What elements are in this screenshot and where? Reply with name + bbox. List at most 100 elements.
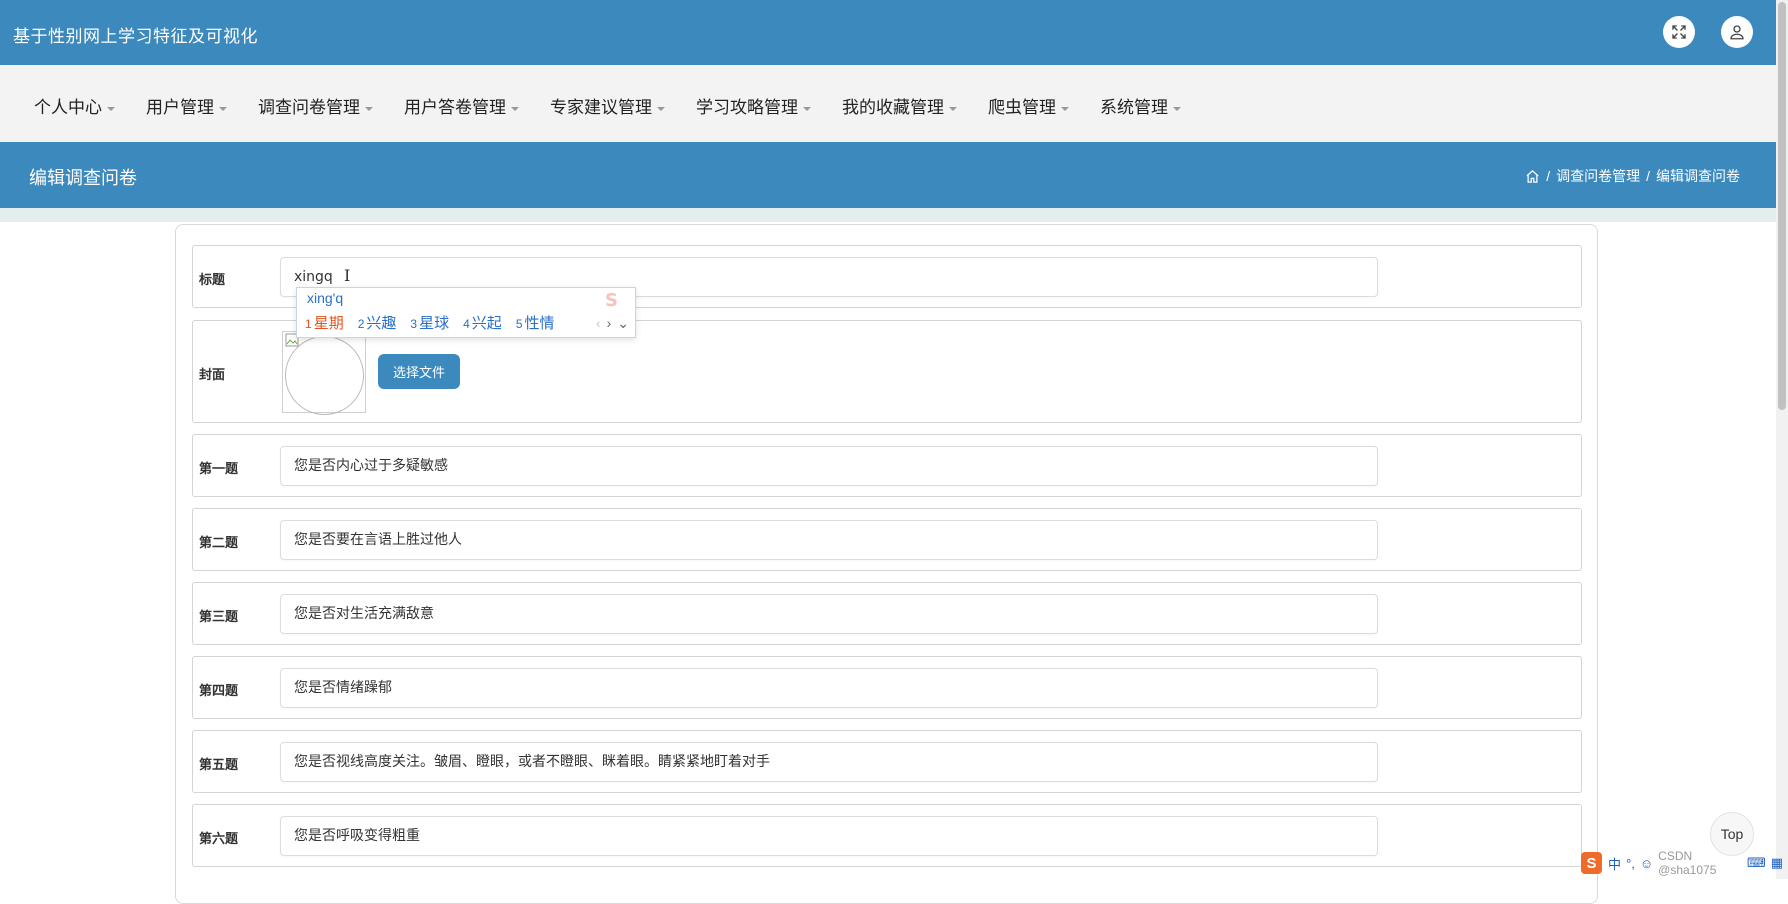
ime-candidate[interactable]: 2 兴趣 — [358, 312, 397, 333]
question-input[interactable]: 您是否对生活充满敌意 — [280, 594, 1378, 634]
user-button[interactable] — [1721, 16, 1753, 48]
ime-candidate[interactable]: 5 性情 — [516, 312, 555, 333]
ime-candidate-number: 2 — [357, 317, 365, 331]
ime-candidate-text: 兴趣 — [366, 315, 397, 332]
page-header: 编辑调查问卷 / 调查问卷管理 / 编辑调查问卷 — [0, 142, 1776, 208]
cover-label: 封面 — [199, 367, 226, 382]
menu-item-user-management[interactable]: 用户管理 — [146, 93, 227, 118]
breadcrumb-separator: / — [1546, 168, 1551, 184]
question-label: 第五题 — [199, 757, 239, 772]
sogou-logo-icon: S — [605, 290, 618, 311]
cover-placeholder-circle — [285, 336, 364, 415]
menu-item-label: 我的收藏管理 — [842, 98, 944, 117]
punctuation-icon[interactable]: °, — [1626, 856, 1635, 871]
menu-item-expert-advice[interactable]: 专家建议管理 — [550, 93, 665, 118]
menu-item-personal-center[interactable]: 个人中心 — [34, 93, 115, 118]
menu-item-favorites[interactable]: 我的收藏管理 — [842, 93, 957, 118]
breadcrumb-separator: / — [1646, 168, 1650, 184]
caret-down-icon — [1173, 106, 1181, 111]
grid-icon[interactable]: ▦ — [1771, 855, 1783, 871]
menu-item-crawler[interactable]: 爬虫管理 — [988, 93, 1069, 118]
caret-down-icon — [219, 106, 227, 111]
title-label: 标题 — [199, 272, 226, 287]
question-input[interactable]: 您是否内心过于多疑敏感 — [280, 446, 1378, 486]
question-input[interactable]: 您是否情绪躁郁 — [280, 668, 1378, 708]
ime-candidate-text: 兴起 — [471, 315, 502, 332]
top-navbar: 基于性别网上学习特征及可视化 — [0, 0, 1776, 65]
ime-candidate-text: 性情 — [524, 315, 555, 332]
cover-image — [282, 331, 366, 415]
breadcrumb-item-current: 编辑调查问卷 — [1656, 168, 1740, 184]
form-row-question: 第四题 您是否情绪躁郁 — [192, 656, 1582, 719]
ime-candidate-popup: xing'q S 1 星期 2 兴趣 3 星球 4 兴起 5 性情 ‹ › ⌄ — [296, 287, 636, 338]
caret-down-icon — [1061, 106, 1069, 111]
chevron-right-icon[interactable]: › — [607, 315, 612, 332]
ime-language-indicator[interactable]: 中 — [1608, 854, 1621, 873]
expand-icon — [1672, 25, 1686, 39]
menu-item-label: 学习攻略管理 — [696, 98, 798, 117]
menu-item-survey-management[interactable]: 调查问卷管理 — [258, 93, 373, 118]
caret-down-icon — [803, 106, 811, 111]
scrollbar-thumb[interactable] — [1778, 2, 1786, 410]
ime-candidate-number: 4 — [463, 317, 470, 331]
breadcrumb: / 调查问卷管理 / 编辑调查问卷 — [1525, 166, 1740, 186]
question-input[interactable]: 您是否呼吸变得粗重 — [280, 816, 1378, 856]
question-input[interactable]: 您是否要在言语上胜过他人 — [280, 520, 1378, 560]
user-icon — [1730, 25, 1744, 40]
ime-composition: xing'q — [307, 290, 344, 306]
form-row-question: 第六题 您是否呼吸变得粗重 — [192, 804, 1582, 867]
ime-nav: ‹ › ⌄ — [590, 315, 629, 332]
menu-item-label: 系统管理 — [1100, 98, 1168, 117]
menu-item-label: 专家建议管理 — [550, 98, 652, 117]
page-title: 编辑调查问卷 — [29, 168, 137, 188]
menu-item-label: 调查问卷管理 — [258, 98, 360, 117]
chevron-down-icon[interactable]: ⌄ — [617, 315, 629, 332]
home-icon[interactable] — [1525, 169, 1540, 184]
page-scrollbar[interactable] — [1776, 0, 1788, 879]
question-label: 第三题 — [199, 609, 239, 624]
form-row-question: 第二题 您是否要在言语上胜过他人 — [192, 508, 1582, 571]
question-label: 第四题 — [199, 683, 239, 698]
choose-file-button[interactable]: 选择文件 — [378, 354, 460, 389]
ime-candidate[interactable]: 1 星期 — [305, 312, 344, 333]
menu-item-label: 个人中心 — [34, 98, 102, 117]
ime-status-bar: S 中 °, ☺ CSDN @sha1075 ⌨ ▦ — [1581, 849, 1788, 877]
ime-candidate-text: 星球 — [419, 315, 450, 332]
form-row-question: 第一题 您是否内心过于多疑敏感 — [192, 434, 1582, 497]
caret-down-icon — [511, 106, 519, 111]
ime-candidate-number: 5 — [515, 317, 523, 331]
form-row-question: 第三题 您是否对生活充满敌意 — [192, 582, 1582, 645]
caret-down-icon — [949, 106, 957, 111]
menu-item-answer-management[interactable]: 用户答卷管理 — [404, 93, 519, 118]
chevron-left-icon[interactable]: ‹ — [596, 315, 601, 332]
caret-down-icon — [365, 106, 373, 111]
ime-candidate[interactable]: 4 兴起 — [463, 312, 502, 333]
question-input[interactable]: 您是否视线高度关注。皱眉、瞪眼，或者不瞪眼、眯着眼。睛紧紧地盯着对手 — [280, 742, 1378, 782]
ime-candidate-number: 3 — [410, 317, 418, 331]
ime-candidates: 1 星期 2 兴趣 3 星球 4 兴起 5 性情 — [305, 312, 569, 333]
ime-candidate-text: 星期 — [313, 315, 344, 332]
menu-item-label: 爬虫管理 — [988, 98, 1056, 117]
menu-item-label: 用户答卷管理 — [404, 98, 506, 117]
watermark: CSDN @sha1075 — [1658, 849, 1717, 877]
menu-item-study-guide[interactable]: 学习攻略管理 — [696, 93, 811, 118]
breadcrumb-item[interactable]: 调查问卷管理 — [1556, 166, 1640, 186]
menu-item-label: 用户管理 — [146, 98, 214, 117]
text-cursor-icon: I — [344, 266, 351, 285]
fullscreen-button[interactable] — [1663, 16, 1695, 48]
form-row-question: 第五题 您是否视线高度关注。皱眉、瞪眼，或者不瞪眼、眯着眼。睛紧紧地盯着对手 — [192, 730, 1582, 793]
app-title: 基于性别网上学习特征及可视化 — [13, 27, 258, 46]
question-label: 第六题 — [199, 831, 239, 846]
keyboard-icon[interactable]: ⌨ — [1747, 855, 1766, 871]
question-label: 第一题 — [199, 461, 239, 476]
ime-candidate-number: 1 — [305, 317, 312, 331]
emoji-icon[interactable]: ☺ — [1640, 856, 1653, 871]
question-label: 第二题 — [199, 535, 239, 550]
ime-candidate[interactable]: 3 星球 — [410, 312, 449, 333]
sogou-tray-icon[interactable]: S — [1581, 852, 1603, 874]
caret-down-icon — [107, 106, 115, 111]
menu-item-system[interactable]: 系统管理 — [1100, 93, 1181, 118]
divider-band — [0, 208, 1776, 222]
caret-down-icon — [657, 106, 665, 111]
main-menu: 个人中心 用户管理 调查问卷管理 用户答卷管理 专家建议管理 学习攻略管理 我的… — [0, 65, 1776, 142]
